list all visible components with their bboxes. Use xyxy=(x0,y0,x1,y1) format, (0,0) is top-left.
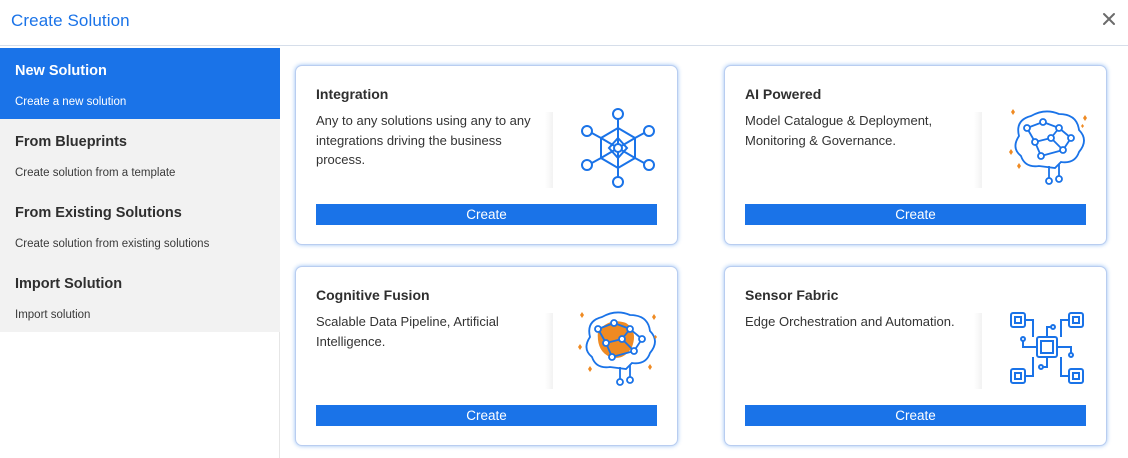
close-icon[interactable] xyxy=(1100,10,1118,28)
card-ai-powered: AI Powered Model Catalogue & Deployment,… xyxy=(724,65,1107,245)
cognitive-brain-icon xyxy=(578,311,657,386)
sidebar-item-import-solution[interactable]: Import Solution Import solution xyxy=(0,261,280,332)
card-cognitive-fusion: Cognitive Fusion Scalable Data Pipeline,… xyxy=(295,266,678,446)
sidebar-item-subtitle: Create solution from existing solutions xyxy=(15,238,210,250)
card-integration: Integration Any to any solutions using a… xyxy=(295,65,678,245)
create-button[interactable]: Create xyxy=(745,204,1086,225)
card-description: Model Catalogue & Deployment, Monitoring… xyxy=(745,113,933,148)
card-divider xyxy=(974,313,982,389)
sidebar-item-subtitle: Create a new solution xyxy=(15,96,127,108)
sensor-chip-icon xyxy=(1010,312,1084,384)
sidebar: New Solution Create a new solution From … xyxy=(0,48,280,458)
ai-brain-icon xyxy=(1009,109,1087,185)
card-description: Edge Orchestration and Automation. xyxy=(745,314,955,329)
integration-network-icon xyxy=(581,108,655,188)
create-button[interactable]: Create xyxy=(745,405,1086,426)
card-divider xyxy=(545,112,553,188)
sidebar-item-title: From Blueprints xyxy=(15,134,127,150)
sidebar-item-title: Import Solution xyxy=(15,276,123,292)
card-title: AI Powered xyxy=(745,86,822,102)
create-button[interactable]: Create xyxy=(316,405,657,426)
card-title: Cognitive Fusion xyxy=(316,287,430,303)
dialog-title: Create Solution xyxy=(11,11,130,30)
sidebar-item-new-solution[interactable]: New Solution Create a new solution xyxy=(0,48,280,119)
card-title: Sensor Fabric xyxy=(745,287,839,303)
card-sensor-fabric: Sensor Fabric Edge Orchestration and Aut… xyxy=(724,266,1107,446)
sidebar-item-subtitle: Create solution from a template xyxy=(15,167,176,179)
sidebar-item-title: From Existing Solutions xyxy=(15,205,182,221)
sidebar-item-from-blueprints[interactable]: From Blueprints Create solution from a t… xyxy=(0,119,280,190)
card-description: Any to any solutions using any to any in… xyxy=(316,113,531,167)
card-divider xyxy=(974,112,982,188)
create-button[interactable]: Create xyxy=(316,204,657,225)
card-title: Integration xyxy=(316,86,389,102)
sidebar-item-from-existing-solutions[interactable]: From Existing Solutions Create solution … xyxy=(0,190,280,261)
card-divider xyxy=(545,313,553,389)
sidebar-item-title: New Solution xyxy=(15,63,107,79)
sidebar-item-subtitle: Import solution xyxy=(15,309,91,321)
card-description: Scalable Data Pipeline, Artificial Intel… xyxy=(316,314,499,349)
dialog-header: Create Solution xyxy=(0,0,1128,46)
